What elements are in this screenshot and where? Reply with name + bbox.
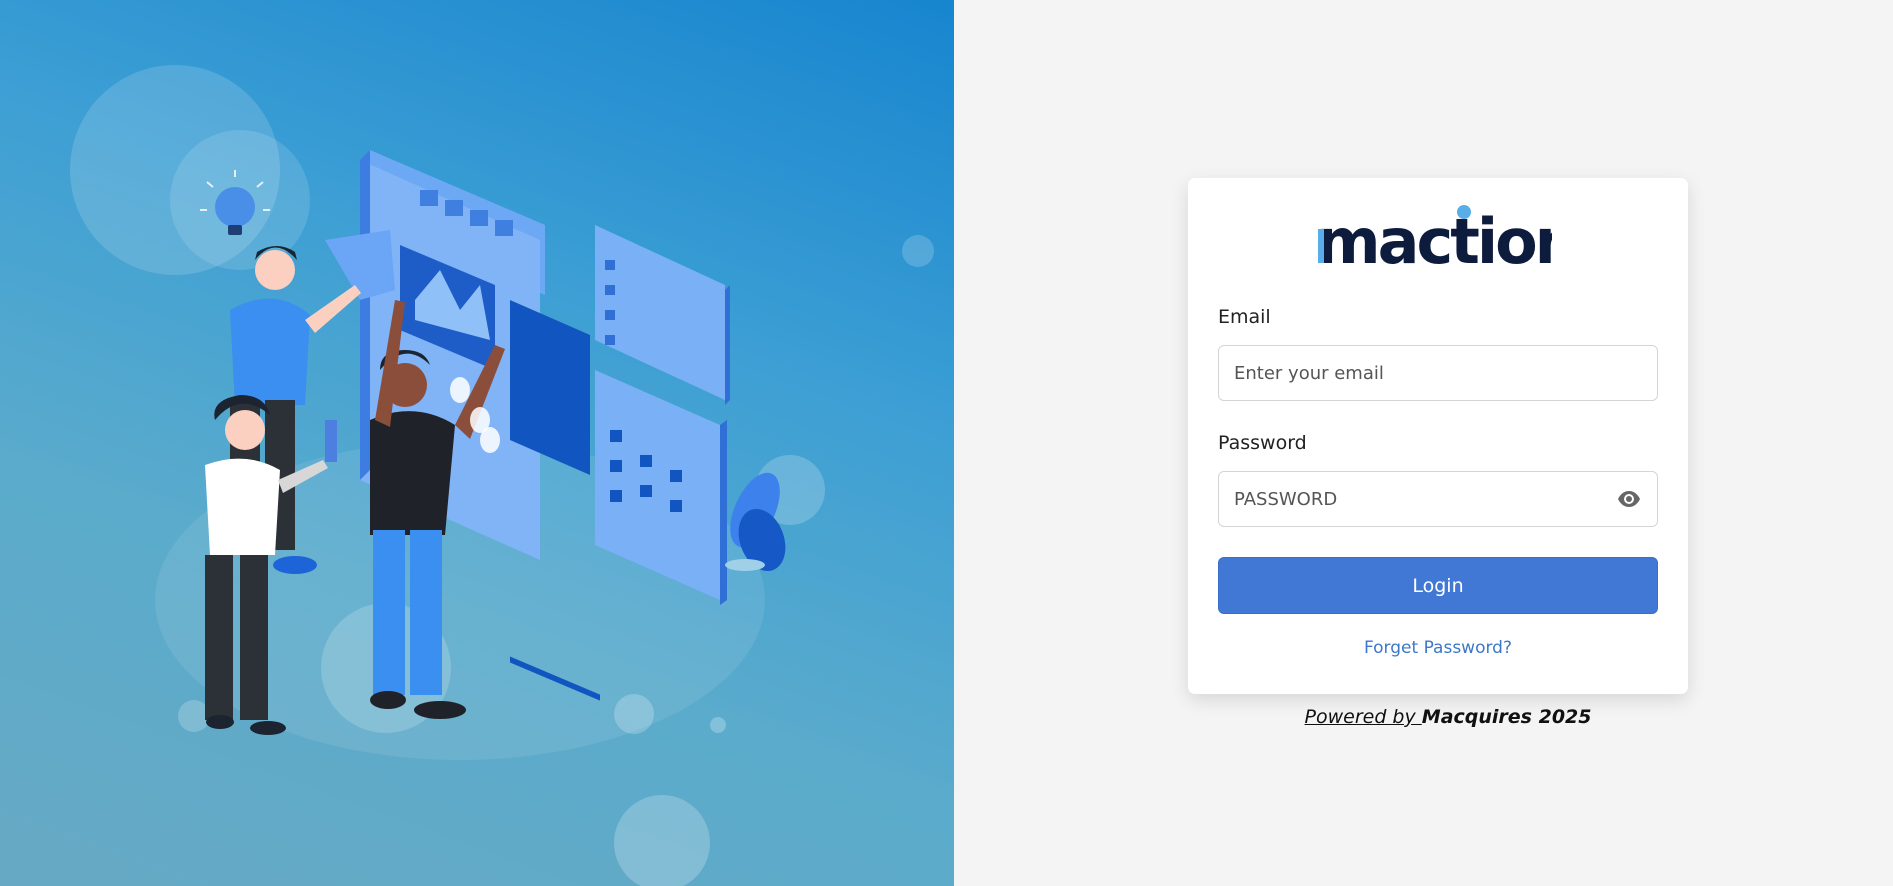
password-field-wrapper [1218, 471, 1658, 527]
eye-icon[interactable] [1616, 486, 1642, 512]
powered-by-brand: Macquires 2025 [1421, 706, 1592, 728]
email-field-wrapper [1218, 345, 1658, 401]
login-button[interactable]: Login [1218, 557, 1658, 614]
powered-by-footer[interactable]: Powered by Macquires 2025 [1188, 706, 1708, 728]
email-label: Email [1218, 306, 1271, 328]
password-label: Password [1218, 432, 1307, 454]
hero-panel [0, 0, 954, 886]
email-input[interactable] [1234, 362, 1642, 384]
svg-text:maction: maction [1316, 205, 1552, 271]
team-collaboration-illustration [70, 65, 934, 886]
forgot-password-link[interactable]: Forget Password? [1218, 638, 1658, 658]
password-input[interactable] [1234, 488, 1616, 510]
maction-logo: maction [1316, 205, 1552, 271]
powered-by-prefix: Powered by [1304, 706, 1422, 728]
